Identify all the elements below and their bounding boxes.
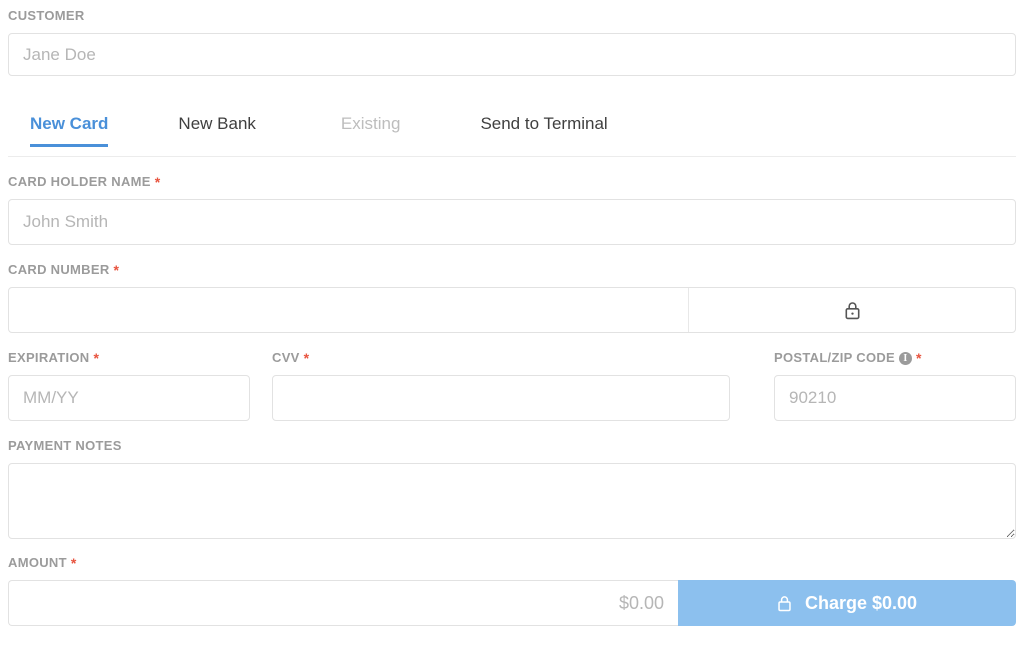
required-asterisk: * (303, 350, 310, 366)
lock-icon (777, 595, 792, 612)
tab-existing: Existing (341, 101, 401, 146)
card-holder-label-text: CARD HOLDER NAME (8, 174, 151, 189)
card-holder-label: CARD HOLDER NAME * (8, 174, 1016, 190)
customer-field-group: CUSTOMER (8, 0, 1016, 76)
cvv-field-group: CVV * (272, 350, 730, 421)
expiration-field-group: EXPIRATION * (8, 350, 250, 421)
card-number-field-group: CARD NUMBER * (8, 262, 1016, 333)
payment-notes-field-group: PAYMENT NOTES (8, 438, 1016, 539)
expiration-label: EXPIRATION * (8, 350, 250, 366)
payment-notes-textarea[interactable] (8, 463, 1016, 539)
required-asterisk: * (70, 555, 77, 571)
card-number-label: CARD NUMBER * (8, 262, 1016, 278)
card-number-input-group (8, 287, 1016, 333)
payment-notes-label: PAYMENT NOTES (8, 438, 1016, 454)
tab-new-card[interactable]: New Card (30, 101, 109, 147)
card-number-label-text: CARD NUMBER (8, 262, 110, 277)
card-number-input[interactable] (9, 288, 689, 332)
customer-label-text: CUSTOMER (8, 8, 85, 23)
amount-input-group: Charge $0.00 (8, 580, 1016, 626)
cvv-label-text: CVV (272, 350, 300, 365)
info-icon[interactable]: i (899, 351, 913, 365)
expiration-label-text: EXPIRATION (8, 350, 90, 365)
tab-send-to-terminal[interactable]: Send to Terminal (480, 101, 607, 146)
customer-input[interactable] (8, 33, 1016, 76)
card-holder-field-group: CARD HOLDER NAME * (8, 174, 1016, 245)
payment-method-tabs: New Card New Bank Existing Send to Termi… (8, 101, 1016, 157)
required-asterisk: * (154, 174, 161, 190)
payment-form: CUSTOMER New Card New Bank Existing Send… (0, 0, 1024, 656)
postal-code-input[interactable] (774, 375, 1016, 421)
payment-notes-label-text: PAYMENT NOTES (8, 438, 122, 453)
expiration-input[interactable] (8, 375, 250, 421)
amount-label-text: AMOUNT (8, 555, 67, 570)
lock-icon (844, 301, 861, 320)
customer-label: CUSTOMER (8, 8, 1016, 24)
charge-button[interactable]: Charge $0.00 (678, 580, 1016, 626)
postal-code-field-group: POSTAL/ZIP CODE i * (774, 350, 1016, 421)
amount-input[interactable] (8, 580, 678, 626)
cvv-input[interactable] (272, 375, 730, 421)
card-holder-name-input[interactable] (8, 199, 1016, 245)
required-asterisk: * (916, 350, 922, 366)
required-asterisk: * (93, 350, 100, 366)
cvv-label: CVV * (272, 350, 730, 366)
card-number-secure-indicator (689, 288, 1015, 332)
required-asterisk: * (113, 262, 120, 278)
tab-new-bank[interactable]: New Bank (178, 101, 255, 146)
postal-code-label: POSTAL/ZIP CODE i * (774, 350, 1016, 366)
charge-button-label: Charge $0.00 (804, 592, 918, 613)
postal-code-label-text: POSTAL/ZIP CODE (774, 350, 896, 365)
card-details-row: EXPIRATION * CVV * POSTAL/ZIP CODE i * (8, 350, 1016, 421)
amount-field-group: AMOUNT * Charge $0.00 (8, 555, 1016, 626)
amount-label: AMOUNT * (8, 555, 1016, 571)
